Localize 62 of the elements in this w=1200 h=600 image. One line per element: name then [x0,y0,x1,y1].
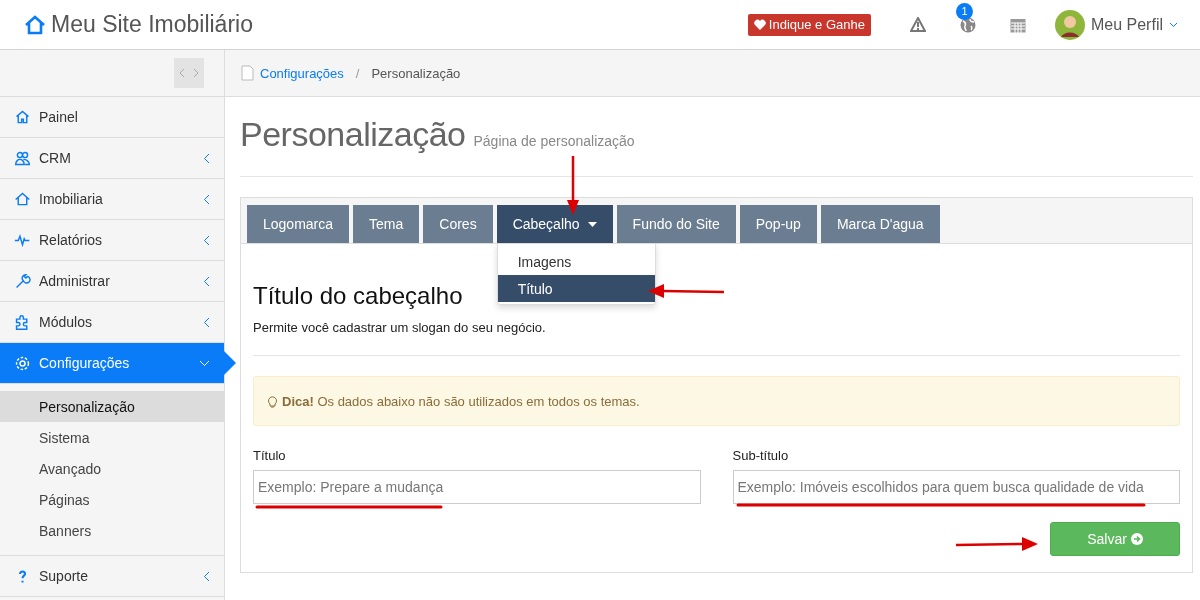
tab[interactable]: Fundo do Site [616,205,736,243]
chevron-down-icon [199,359,210,367]
sidebar-item[interactable]: Painel [0,97,224,138]
warning-icon[interactable] [909,17,926,32]
chevron-left-icon [203,193,210,205]
profile-menu[interactable]: Meu Perfil [1054,9,1178,40]
submenu-item[interactable]: Páginas [0,484,224,515]
submenu-item[interactable]: Banners [0,515,224,546]
field-label: Título [253,448,287,463]
sidebar-item[interactable]: Relatórios [0,220,224,261]
section-description: Permite você cadastrar um slogan do seu negócio. [253,320,1180,356]
breadcrumb-separator: / [355,65,360,81]
sidebar-item[interactable]: Imobiliaria [0,179,224,220]
tab[interactable]: Logomarca [247,205,350,243]
field-label: Sub-título [732,448,790,463]
arrow-circle-icon [1130,533,1143,545]
sidebar-item[interactable]: Administrar [0,261,224,302]
sidebar-item[interactable]: Suporte [0,556,224,597]
chevron-left-icon [203,570,210,582]
users-icon [14,149,31,167]
chevron-left-icon [203,152,210,164]
site-title: Meu Site Imobiliário [51,11,253,38]
tab[interactable]: Pop-up [739,205,817,243]
promo-button[interactable]: Indique e Ganhe [747,13,871,36]
house-icon [14,190,31,208]
text-field[interactable]: Exemplo: Prepare a mudança [253,470,701,504]
avatar-icon [1054,9,1085,40]
home-icon [14,108,31,126]
breadcrumb-current: Personalização [371,65,461,81]
globe-icon[interactable] [959,16,976,33]
calendar-icon[interactable] [1009,16,1026,33]
tip-text: Dica! Os dados abaixo não são utilizados em todos os temas. [282,393,640,409]
notification-badge: 1 [955,2,973,20]
chevron-left-icon [203,234,210,246]
page-title: Personalização [240,115,466,154]
chevron-left-icon [203,316,210,328]
submenu-item[interactable]: Personalização [0,391,224,422]
sidebar-toggle[interactable] [174,58,204,88]
active-pointer [224,351,236,375]
tab[interactable]: Tema [353,205,420,243]
page-icon [241,65,254,81]
submenu-item[interactable]: Avançado [0,453,224,484]
heart-icon [753,19,766,30]
tab[interactable]: Cores [423,205,493,243]
text-field[interactable]: Exemplo: Imóveis escolhidos para quem busca qualidade de vida [732,470,1180,504]
caret-icon [587,221,597,227]
chevron-down-icon [1169,21,1178,28]
annotation-arrow [566,156,580,216]
house-icon [24,14,46,35]
menu-item[interactable]: Imagens [497,248,655,275]
page-subtitle: Página de personalização [473,133,635,149]
sidebar-item[interactable]: CRM [0,138,224,179]
breadcrumb-link[interactable]: Configurações [260,65,344,81]
section-title: Título do cabeçalho [253,282,463,310]
tab[interactable]: Marca D'agua [820,205,940,243]
chevron-left-icon [203,275,210,287]
menu-item[interactable]: Título [497,275,655,302]
lightbulb-icon [268,394,277,408]
gear-icon [14,354,31,372]
chevrons-icon [179,68,199,78]
submenu-item[interactable]: Sistema [0,422,224,453]
wrench-icon [14,272,31,290]
